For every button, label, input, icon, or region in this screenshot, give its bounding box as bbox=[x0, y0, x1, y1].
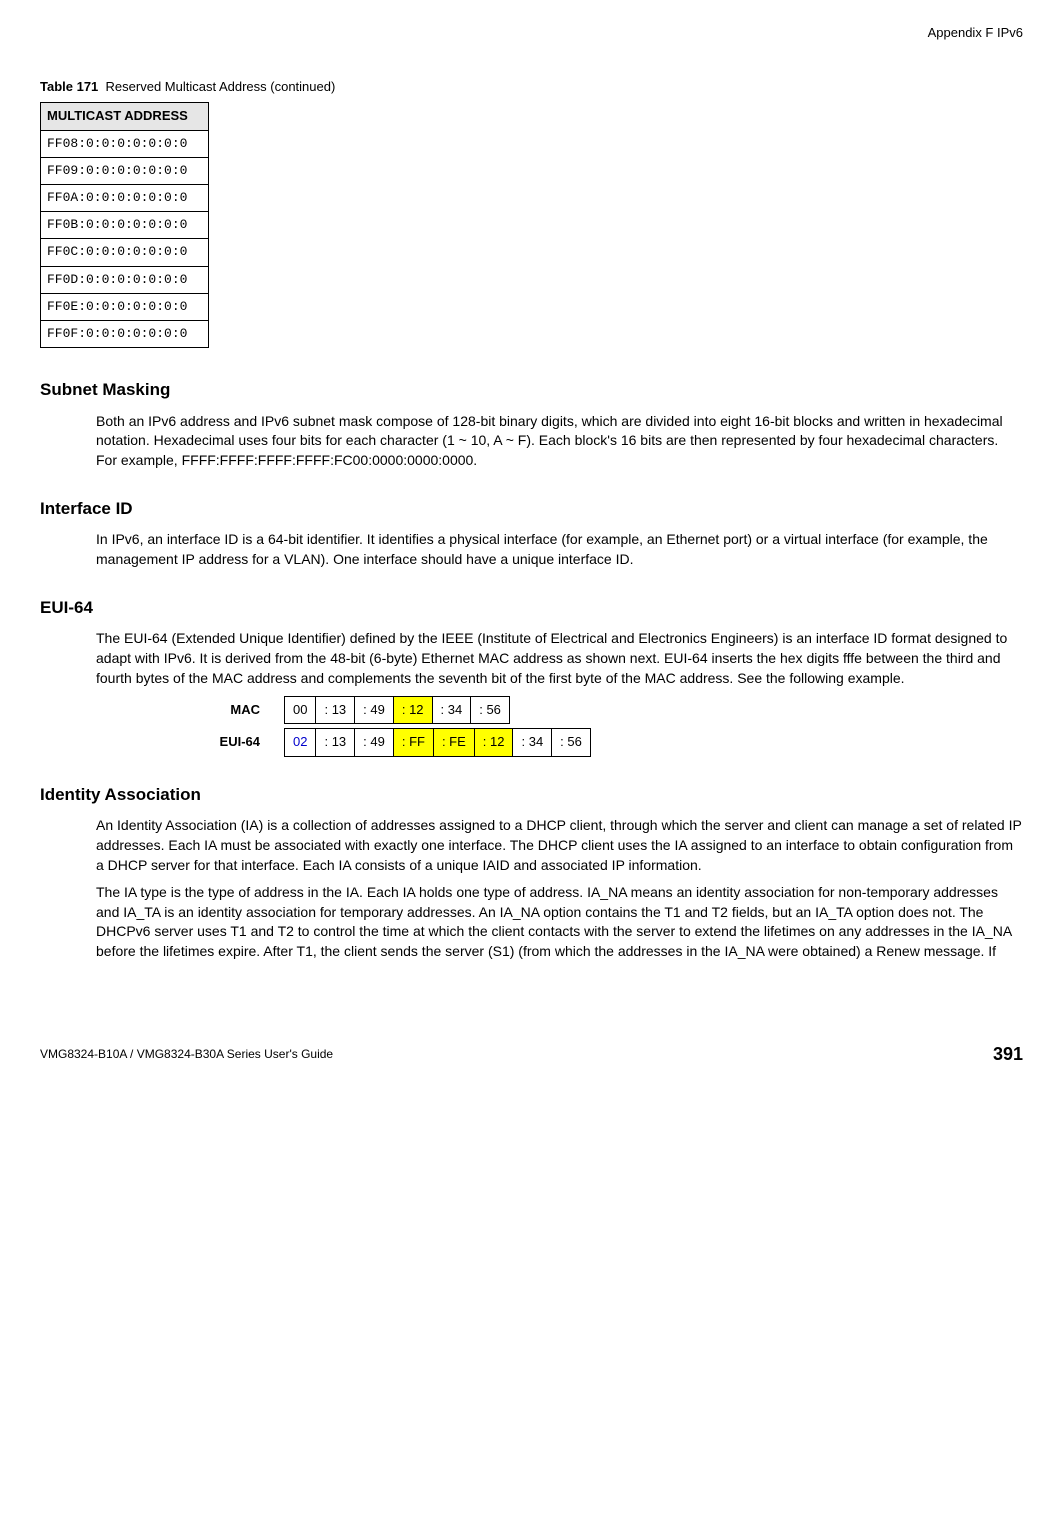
table-row: FF09:0:0:0:0:0:0:0 bbox=[41, 157, 209, 184]
mac-cell: : 34 bbox=[433, 697, 472, 723]
mac-cells: 00 : 13 : 49 : 12 : 34 : 56 bbox=[284, 696, 510, 724]
section-interface-title: Interface ID bbox=[40, 497, 1023, 521]
mac-cell: : 56 bbox=[471, 697, 509, 723]
eui-eui64-row: EUI-64 02 : 13 : 49 : FF : FE : 12 : 34 … bbox=[160, 728, 1023, 756]
table171-label: Table 171 bbox=[40, 79, 98, 94]
mc-cell: FF08:0:0:0:0:0:0:0 bbox=[41, 130, 209, 157]
table-row: FF0C:0:0:0:0:0:0:0 bbox=[41, 239, 209, 266]
mc-cell: FF0D:0:0:0:0:0:0:0 bbox=[41, 266, 209, 293]
mc-cell: FF0A:0:0:0:0:0:0:0 bbox=[41, 184, 209, 211]
eui-mac-row: MAC 00 : 13 : 49 : 12 : 34 : 56 bbox=[160, 696, 1023, 724]
mac-cell: : 49 bbox=[355, 697, 394, 723]
table-row: FF0D:0:0:0:0:0:0:0 bbox=[41, 266, 209, 293]
mc-header: MULTICAST ADDRESS bbox=[41, 103, 209, 130]
eui64-cell: : FF bbox=[394, 729, 434, 755]
eui64-cells: 02 : 13 : 49 : FF : FE : 12 : 34 : 56 bbox=[284, 728, 591, 756]
section-subnet-title: Subnet Masking bbox=[40, 378, 1023, 402]
table-row: FF0F:0:0:0:0:0:0:0 bbox=[41, 320, 209, 347]
eui64-cell: : 56 bbox=[552, 729, 590, 755]
eui64-cell: : 12 bbox=[475, 729, 514, 755]
eui64-cell: : 34 bbox=[513, 729, 552, 755]
eui64-cell: : 49 bbox=[355, 729, 394, 755]
mac-label: MAC bbox=[160, 701, 284, 719]
eui-diagram: MAC 00 : 13 : 49 : 12 : 34 : 56 EUI-64 0… bbox=[160, 696, 1023, 756]
table-row: FF08:0:0:0:0:0:0:0 bbox=[41, 130, 209, 157]
multicast-table: MULTICAST ADDRESS FF08:0:0:0:0:0:0:0 FF0… bbox=[40, 102, 209, 348]
page-number: 391 bbox=[993, 1042, 1023, 1067]
mc-cell: FF0C:0:0:0:0:0:0:0 bbox=[41, 239, 209, 266]
section-ia-title: Identity Association bbox=[40, 783, 1023, 807]
table171-caption: Table 171 Reserved Multicast Address (co… bbox=[40, 78, 1023, 96]
mc-cell: FF0B:0:0:0:0:0:0:0 bbox=[41, 212, 209, 239]
appendix-header: Appendix F IPv6 bbox=[40, 24, 1023, 42]
eui64-cell: : 13 bbox=[316, 729, 355, 755]
mac-cell: : 12 bbox=[394, 697, 433, 723]
table-row: FF0A:0:0:0:0:0:0:0 bbox=[41, 184, 209, 211]
table-row: FF0E:0:0:0:0:0:0:0 bbox=[41, 293, 209, 320]
footer-guide: VMG8324-B10A / VMG8324-B30A Series User'… bbox=[40, 1046, 333, 1063]
mc-cell: FF09:0:0:0:0:0:0:0 bbox=[41, 157, 209, 184]
section-subnet-body: Both an IPv6 address and IPv6 subnet mas… bbox=[96, 412, 1023, 471]
mac-cell: 00 bbox=[285, 697, 316, 723]
mc-cell: FF0F:0:0:0:0:0:0:0 bbox=[41, 320, 209, 347]
section-eui-body: The EUI-64 (Extended Unique Identifier) … bbox=[96, 629, 1023, 688]
table-row: FF0B:0:0:0:0:0:0:0 bbox=[41, 212, 209, 239]
table171-caption-text: Reserved Multicast Address (continued) bbox=[106, 79, 336, 94]
section-interface-body: In IPv6, an interface ID is a 64-bit ide… bbox=[96, 530, 1023, 569]
section-eui-title: EUI-64 bbox=[40, 596, 1023, 620]
section-ia-body2: The IA type is the type of address in th… bbox=[96, 883, 1023, 961]
page-footer: VMG8324-B10A / VMG8324-B30A Series User'… bbox=[40, 1042, 1023, 1067]
eui64-cell: 02 bbox=[285, 729, 316, 755]
mac-cell: : 13 bbox=[316, 697, 355, 723]
eui64-label: EUI-64 bbox=[160, 733, 284, 751]
eui64-cell: : FE bbox=[434, 729, 475, 755]
mc-cell: FF0E:0:0:0:0:0:0:0 bbox=[41, 293, 209, 320]
section-ia-body1: An Identity Association (IA) is a collec… bbox=[96, 816, 1023, 875]
